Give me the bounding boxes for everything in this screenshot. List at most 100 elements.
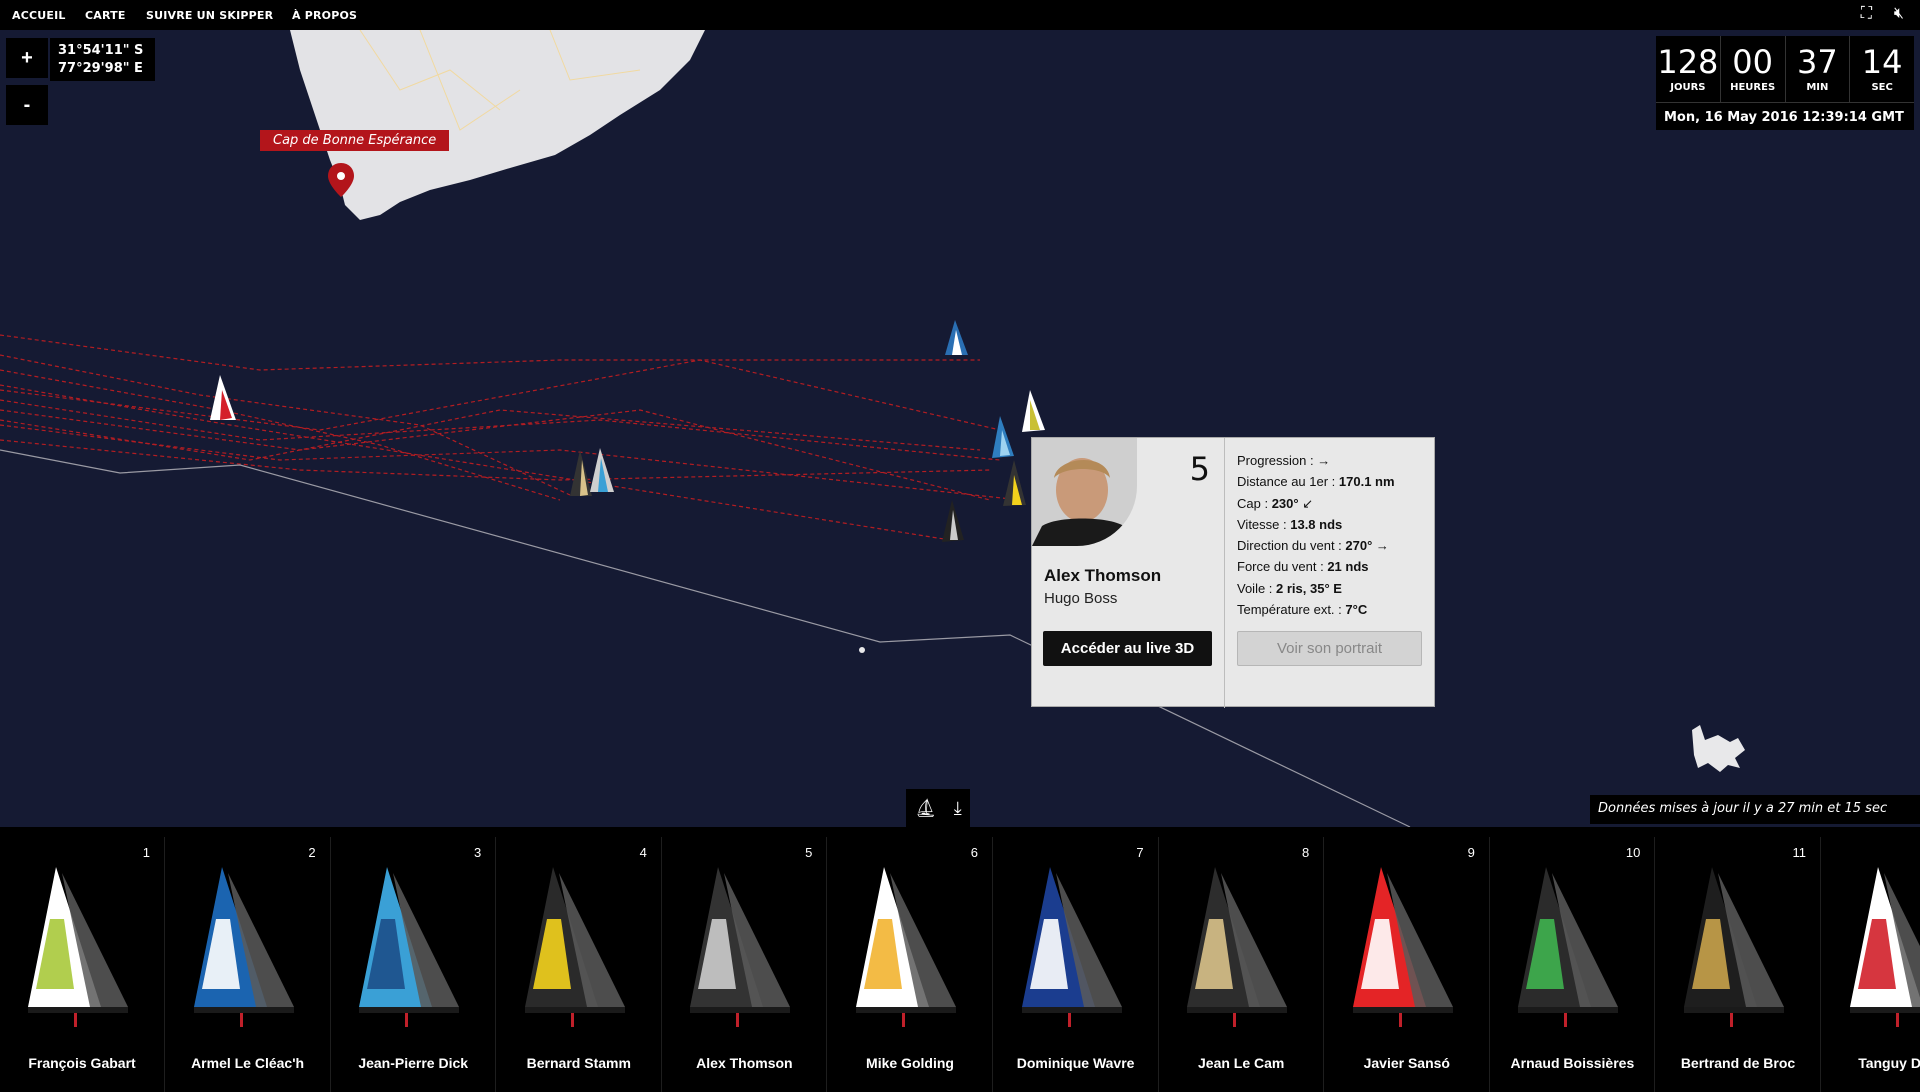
boat-sail-icon [1849, 867, 1920, 1027]
boat-marker-6 [570, 450, 592, 496]
boat-sail-icon [1021, 867, 1122, 1027]
skipper-rank: 1 [142, 845, 150, 860]
stat-temperature: Température ext. : 7°C [1237, 602, 1368, 618]
zoom-out-button[interactable]: - [6, 85, 48, 125]
hull [1684, 1007, 1784, 1013]
skipper-name: Alex Thomson [696, 1055, 793, 1071]
progression-arrow-icon: → [1317, 453, 1331, 468]
nav-a-propos[interactable]: À PROPOS [292, 9, 357, 22]
skipper-name: François Gabart [28, 1055, 136, 1071]
boat-marker-3 [1003, 460, 1026, 506]
boat-sail-icon [1187, 867, 1288, 1027]
hull [1187, 1007, 1288, 1013]
longitude: 77°29'98" E [58, 61, 143, 76]
skipper-card[interactable]: 4 Bernard Stamm [497, 837, 662, 1092]
africa-landmass [290, 30, 705, 220]
skipper-rank: 10 [1625, 845, 1641, 860]
skipper-rank: 7 [1136, 845, 1144, 860]
skipper-rank: 3 [473, 845, 482, 860]
skipper-name: Jean-Pierre Dick [358, 1055, 469, 1071]
boat-tracks [0, 334, 1021, 541]
tray-toggle: ⛵︎ ⤓ [906, 789, 970, 827]
skipper-card[interactable]: 2 Armel Le Cléac'h [166, 837, 331, 1092]
keel [736, 1013, 740, 1027]
hull [193, 1007, 294, 1013]
portrait-button[interactable]: Voir son portrait [1237, 631, 1422, 666]
skipper-rank: 5 [805, 845, 813, 860]
skipper-name: Jean Le Cam [1198, 1055, 1285, 1071]
skipper-popup: 5 Alex Thomson Hugo Boss Accéder au live… [1031, 437, 1435, 708]
boat-marker-thomson-map [945, 320, 968, 355]
keel [74, 1013, 77, 1027]
race-map[interactable]: + - 31°54'11" S 77°29'98" E Cap de Bonne… [0, 30, 1920, 827]
nav-accueil[interactable]: ACCUEIL [12, 9, 66, 22]
boat-sail-icon [28, 867, 128, 1027]
countdown-date: Mon, 16 May 2016 12:39:14 GMT [1656, 102, 1914, 132]
skipper-rank: 2 [308, 845, 316, 860]
boat-sail-icon [690, 867, 791, 1027]
coordinates-readout: 31°54'11" S 77°29'98" E [50, 38, 155, 81]
nav-suivre-un-skipper[interactable]: SUIVRE UN SKIPPER [146, 9, 273, 22]
skipper-name: Bernard Stamm [526, 1055, 631, 1071]
hull [1849, 1007, 1920, 1013]
popup-left: 5 Alex Thomson Hugo Boss Accéder au live… [1032, 438, 1225, 708]
skipper-card[interactable]: 9 Javier Sansó [1325, 837, 1490, 1092]
boat-marker-2 [992, 416, 1014, 458]
stat-cap: Cap : 230° ↙ [1237, 495, 1314, 511]
keel [1564, 1013, 1568, 1027]
keel [1895, 1013, 1899, 1027]
live-3d-button[interactable]: Accéder au live 3D [1043, 631, 1212, 666]
countdown-min: 37 MIN [1786, 36, 1851, 102]
stat-distance: Distance au 1er : 170.1 nm [1237, 474, 1395, 490]
fullscreen-icon[interactable]: ⛶ [1861, 5, 1872, 23]
update-status: Données mises à jour il y a 27 min et 15… [1590, 795, 1920, 824]
skipper-name: Mike Golding [866, 1055, 954, 1071]
hull [856, 1007, 956, 1013]
skipper-name: Javier Sansó [1363, 1055, 1450, 1071]
hull [690, 1007, 791, 1013]
stat-wind-force: Force du vent : 21 nds [1237, 559, 1369, 575]
boat-sail-icon [1352, 867, 1453, 1027]
stat-wind-direction: Direction du vent : 270° → [1237, 538, 1389, 554]
cape-label[interactable]: Cap de Bonne Espérance [260, 130, 450, 151]
hull [524, 1007, 625, 1013]
popup-skipper-name: Alex Thomson [1044, 566, 1162, 585]
top-nav: ACCUEIL CARTE SUIVRE UN SKIPPER À PROPOS… [0, 0, 1920, 30]
skipper-card[interactable]: 8 Jean Le Cam [1159, 837, 1325, 1092]
skipper-card[interactable]: 10 Arnaud Boissières [1490, 837, 1656, 1092]
wind-arrow-icon: → [1375, 538, 1389, 554]
heading-arrow-icon: ↙ [1302, 495, 1314, 511]
boat-sail-icon [193, 867, 294, 1027]
boat-sail-icon [359, 867, 460, 1027]
boat-sail-icon [856, 867, 956, 1027]
skipper-rank: 6 [970, 845, 978, 860]
top-icons: ⛶ 🔇︎ [1861, 5, 1904, 23]
keel [1398, 1013, 1402, 1027]
skipper-photo [1032, 438, 1137, 546]
hull [1352, 1007, 1453, 1013]
hull [359, 1007, 460, 1013]
skipper-card[interactable]: 5 Alex Thomson [662, 837, 828, 1092]
kerguelen-island [1692, 725, 1745, 772]
keel [902, 1013, 905, 1027]
collapse-tray-icon[interactable]: ⤓ [954, 798, 962, 819]
skipper-card[interactable]: 1 François Gabart [0, 837, 165, 1092]
nav-carte[interactable]: CARTE [85, 9, 126, 22]
boat-view-icon[interactable]: ⛵︎ [914, 798, 937, 819]
boat-marker-4 [942, 500, 964, 542]
keel [570, 1013, 574, 1027]
mute-icon[interactable]: 🔇︎ [1894, 5, 1904, 23]
skipper-card[interactable]: 11 Bertrand de Broc [1656, 837, 1821, 1092]
skipper-name: Bertrand de Broc [1680, 1055, 1796, 1071]
skipper-card[interactable]: Tanguy De La [1822, 837, 1920, 1092]
skipper-strip: 1 François Gabart 2 Armel Le Cléac'h 3 Jean-P… [0, 827, 1920, 1092]
skipper-card[interactable]: 7 Dominique Wavre [994, 837, 1159, 1092]
popup-rank: 5 [1189, 450, 1210, 488]
skipper-name: Tanguy De La [1858, 1055, 1920, 1071]
zoom-in-button[interactable]: + [6, 38, 48, 78]
skipper-card[interactable]: 6 Mike Golding [828, 837, 993, 1092]
stat-voile: Voile : 2 ris, 35° E [1237, 580, 1342, 596]
countdown-sec: 14 SEC [1861, 43, 1903, 93]
keel [239, 1013, 243, 1027]
skipper-card[interactable]: 3 Jean-Pierre Dick [331, 837, 497, 1092]
